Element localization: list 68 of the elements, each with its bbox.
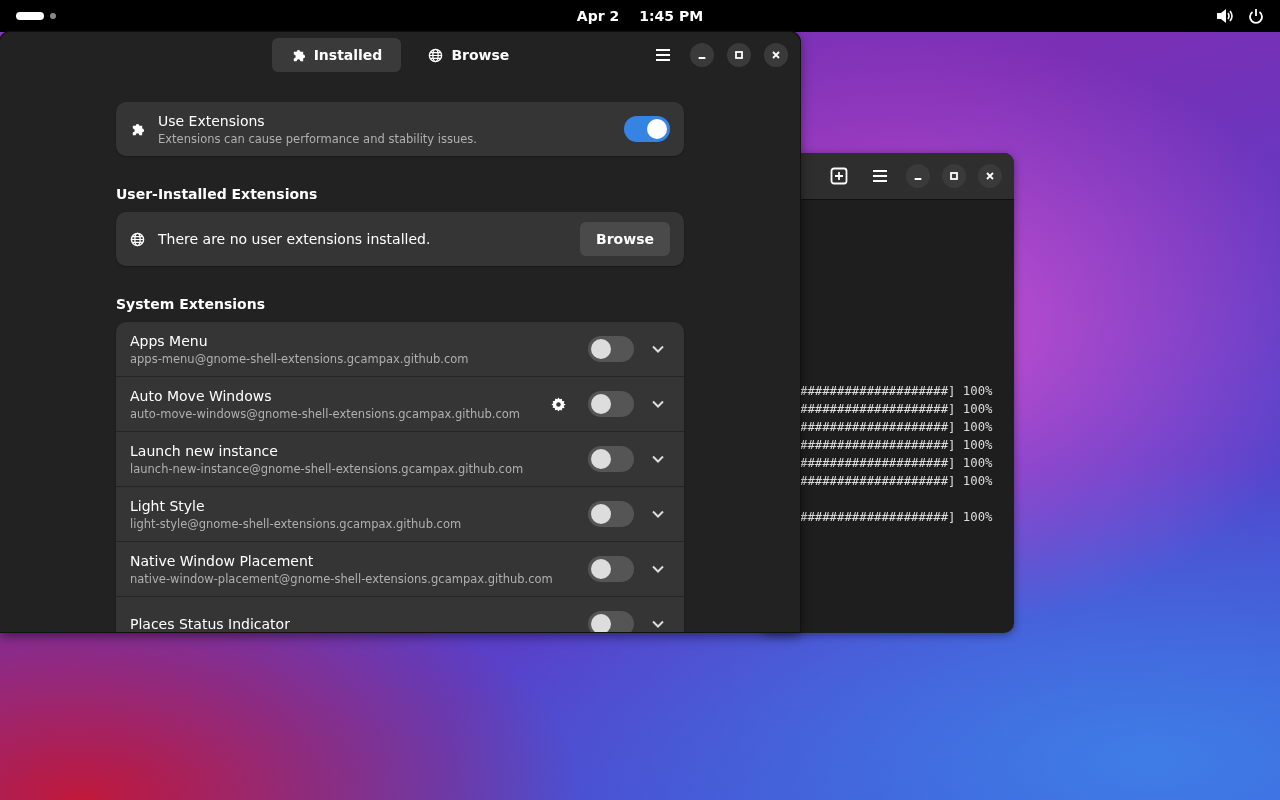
extension-row[interactable]: Places Status Indicator <box>116 597 684 632</box>
chevron-down-icon <box>651 399 665 409</box>
terminal-line: ####################] 100% <box>800 509 994 526</box>
globe-icon <box>130 231 145 247</box>
terminal-line: ####################] 100% <box>800 419 994 436</box>
toggle-switch[interactable] <box>588 391 634 417</box>
section-heading: System Extensions <box>116 296 266 312</box>
extension-name: Native Window Placement <box>130 552 315 569</box>
new-tab-icon[interactable] <box>830 167 848 185</box>
menu-icon[interactable] <box>655 48 671 62</box>
setting-title: Use Extensions <box>158 112 266 129</box>
terminal-line: ####################] 100% <box>800 455 994 472</box>
terminal-line: ####################] 100% <box>800 383 994 400</box>
globe-icon <box>428 47 444 63</box>
gear-icon <box>550 396 566 412</box>
extension-id: native-window-placement@gnome-shell-extensions.gcampax.github.com <box>130 571 554 586</box>
extension-row[interactable]: Native Window Placement native-window-placement@gnome-shell-extensions.gcampax.github.com <box>116 542 684 597</box>
section-heading: User-Installed Extensions <box>116 186 319 202</box>
tab[interactable]: Browse <box>409 38 529 72</box>
puzzle-icon <box>130 121 145 137</box>
close-button[interactable] <box>764 43 788 67</box>
tab[interactable]: Installed <box>271 38 402 72</box>
menu-icon[interactable] <box>872 169 888 183</box>
close-button[interactable] <box>978 164 1002 188</box>
toggle-switch[interactable] <box>588 446 634 472</box>
extension-name: Light Style <box>130 497 206 514</box>
toggle-switch[interactable] <box>588 336 634 362</box>
extension-id: launch-new-instance@gnome-shell-extensions.gcampax.github.com <box>130 461 525 476</box>
extension-id: auto-move-windows@gnome-shell-extensions.gcampax.github.com <box>130 406 522 421</box>
terminal-line: ####################] 100% <box>800 401 994 418</box>
power-icon[interactable] <box>1248 8 1264 24</box>
empty-message: There are no user extensions installed. <box>158 231 432 247</box>
setting-description: Extensions can cause performance and stability issues. <box>158 131 478 146</box>
minimize-button[interactable] <box>690 43 714 67</box>
maximize-button[interactable] <box>942 164 966 188</box>
minimize-icon <box>698 57 706 59</box>
extension-id: apps-menu@gnome-shell-extensions.gcampax.github.com <box>130 351 470 366</box>
extension-name: Apps Menu <box>130 332 209 349</box>
extension-row[interactable]: Light Style light-style@gnome-shell-extensions.gcampax.github.com <box>116 487 684 542</box>
browse-button[interactable]: Browse <box>580 222 670 256</box>
chevron-down-icon <box>651 619 665 629</box>
extension-row[interactable]: Launch new instance launch-new-instance@gnome-shell-extensions.gcampax.github.com <box>116 432 684 487</box>
toggle-switch[interactable] <box>588 611 634 632</box>
toggle-switch[interactable] <box>624 116 670 142</box>
minimize-button[interactable] <box>906 164 930 188</box>
workspace-indicator-icon[interactable] <box>16 11 58 21</box>
volume-icon[interactable] <box>1216 8 1234 24</box>
maximize-icon <box>949 171 959 181</box>
extension-row[interactable]: Auto Move Windows auto-move-windows@gnome-shell-extensions.gcampax.github.com <box>116 377 684 432</box>
close-icon <box>771 50 781 60</box>
chevron-down-icon <box>651 344 665 354</box>
maximize-icon <box>734 50 744 60</box>
terminal-line: ####################] 100% <box>800 473 994 490</box>
toggle-switch[interactable] <box>588 501 634 527</box>
minimize-icon <box>914 178 922 180</box>
extension-id: light-style@gnome-shell-extensions.gcampax.github.com <box>130 516 463 531</box>
close-icon <box>985 171 995 181</box>
maximize-button[interactable] <box>727 43 751 67</box>
extension-row[interactable]: Apps Menu apps-menu@gnome-shell-extensions.gcampax.github.com <box>116 322 684 377</box>
extension-name: Places Status Indicator <box>130 616 291 632</box>
terminal-line: ####################] 100% <box>800 437 994 454</box>
chevron-down-icon <box>651 564 665 574</box>
chevron-down-icon <box>651 509 665 519</box>
toggle-switch[interactable] <box>588 556 634 582</box>
extension-name: Auto Move Windows <box>130 387 273 404</box>
chevron-down-icon <box>651 454 665 464</box>
extension-name: Launch new instance <box>130 442 279 459</box>
clock[interactable]: Apr 2 1:45 PM <box>576 8 704 24</box>
